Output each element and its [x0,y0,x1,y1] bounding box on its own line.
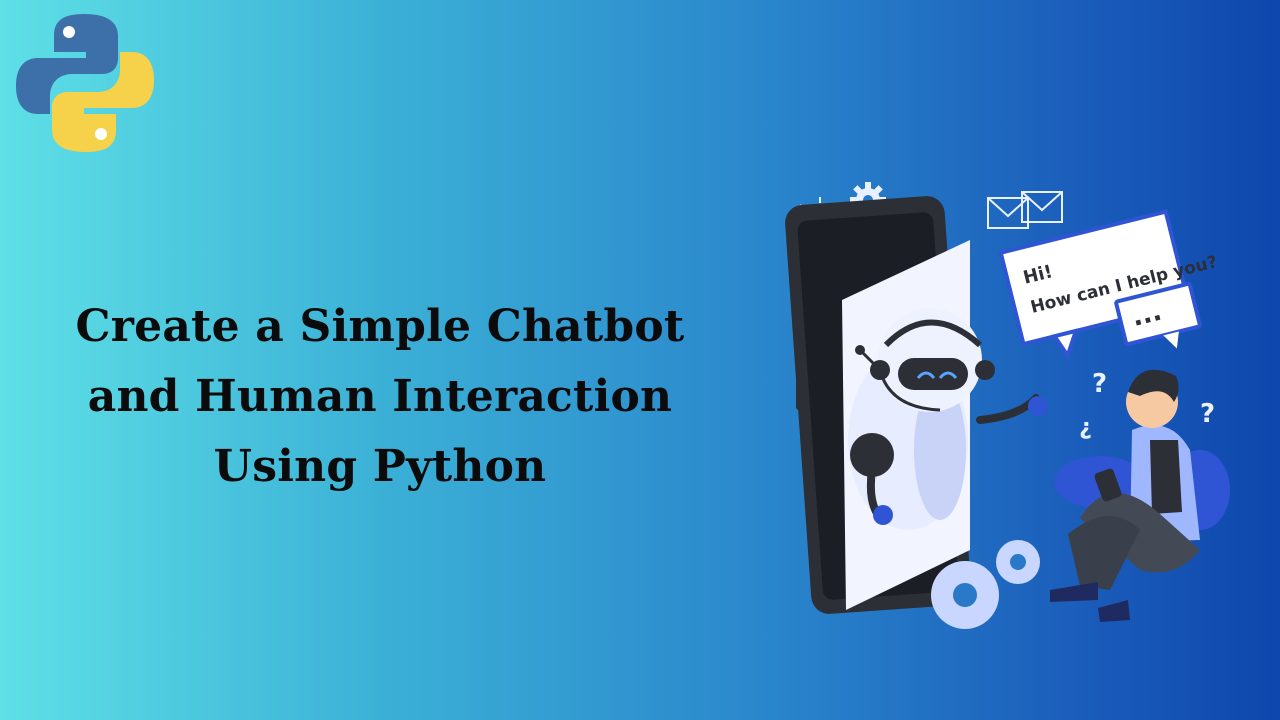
speech-bubble: Hi! How can I help you? [998,209,1219,361]
title-line-3: Using Python [213,441,547,492]
page-title: Create a Simple Chatbot and Human Intera… [20,292,740,502]
title-line-1: Create a Simple Chatbot [75,301,685,352]
question-mark-2: ? [1079,416,1092,441]
chatbot-human-illustration-icon: Hi! How can I help you? ... ? ? ? [785,182,1230,629]
question-mark-1: ? [1092,369,1107,399]
title-line-2: and Human Interaction [87,371,673,422]
envelope-icon [987,191,1063,229]
question-mark-3: ? [1200,399,1215,429]
python-logo-icon [16,14,154,152]
